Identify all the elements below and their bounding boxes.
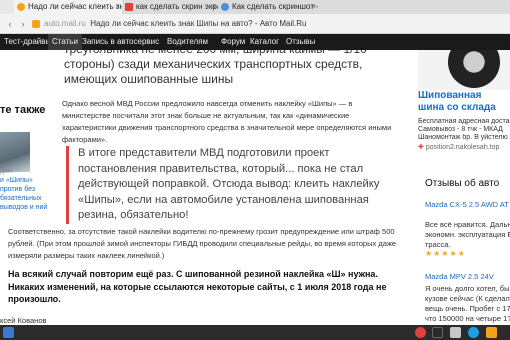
- article-bold-paragraph: На всякий случай повторим ещё раз. С шип…: [8, 269, 387, 304]
- reviews-title: Отзывы об авто: [425, 178, 500, 189]
- app-icon[interactable]: [450, 327, 461, 338]
- article-paragraph-1: Однако весной МВД России предложило навс…: [62, 99, 392, 144]
- review-car-1[interactable]: Mazda CX-5 2.5 AWD AT: [425, 200, 510, 209]
- review-rating-1: ★★★★★: [425, 249, 466, 258]
- see-also-title: те также: [0, 104, 46, 116]
- ad-marker-icon: ✚: [418, 144, 424, 151]
- review-text-1b: экономн. эксплуатация Быстро: [425, 230, 510, 239]
- close-tab-icon[interactable]: ×: [115, 0, 120, 14]
- yandex-tab-icon: [125, 3, 133, 11]
- review-text-1: Все всё нравится. Дальнобой поездил по в…: [425, 220, 510, 229]
- see-also-image[interactable]: [0, 132, 30, 172]
- review-text-2: Я очень долго хотел, бывал на кузове сей…: [425, 284, 510, 293]
- nav-drivers[interactable]: Водителям: [167, 34, 208, 50]
- back-icon[interactable]: ‹: [4, 17, 16, 31]
- window-icon[interactable]: [432, 327, 443, 338]
- tab-2[interactable]: как сделать скрин экрана ×: [122, 0, 218, 14]
- close-tab-icon[interactable]: ×: [311, 0, 316, 14]
- yandex-browser-icon[interactable]: [415, 327, 426, 338]
- article-author: ксей Кованов: [0, 316, 47, 325]
- url-field[interactable]: auto.mail.ru Надо ли сейчас клеить знак …: [32, 16, 477, 32]
- article-quote: В итоге представители МВД подготовили пр…: [66, 146, 398, 224]
- see-also-date: ден: [0, 168, 12, 175]
- ad-link[interactable]: ✚ position2.nakolesah.top: [418, 143, 499, 151]
- review-text-2b: кузове сейчас (К сделал все,: [425, 294, 510, 303]
- article-paragraph-2: Соответственно, за отсутствие такой накл…: [8, 227, 397, 260]
- nav-reviews[interactable]: Отзывы: [286, 34, 315, 50]
- mailru-tab-icon: [17, 3, 25, 11]
- nav-catalog[interactable]: Каталог: [250, 34, 279, 50]
- see-also-link[interactable]: и «Шипы» против без бязательных выводов …: [0, 176, 56, 212]
- tab-3[interactable]: Как сделать скриншот - ОС ×: [218, 0, 318, 14]
- site-tab-icon: [221, 3, 229, 11]
- ad-title[interactable]: Шипованная шина со склада: [418, 90, 510, 114]
- review-car-2[interactable]: Mazda MPV 2.5 24V: [425, 272, 494, 281]
- start-icon[interactable]: [3, 327, 14, 338]
- close-tab-icon[interactable]: ×: [211, 0, 216, 14]
- nav-service-booking[interactable]: Запись в автосервис: [82, 34, 159, 50]
- tab-active[interactable]: Надо ли сейчас клеить знак Шипы на авто?…: [14, 0, 122, 14]
- nav-articles[interactable]: Статьи: [48, 34, 82, 50]
- site-favicon-icon: [32, 19, 40, 28]
- review-text-2d: что 150000 на четыре 1?: [425, 314, 510, 323]
- nav-forum[interactable]: Форум: [221, 34, 245, 50]
- app-icon-2[interactable]: [468, 327, 479, 338]
- forward-icon[interactable]: ›: [17, 17, 29, 31]
- tab-prev[interactable]: [0, 0, 14, 14]
- app-icon-3[interactable]: [486, 327, 497, 338]
- ad-line-3: Шаномонтаж бр. В уйстелю ком: [418, 134, 510, 141]
- nav-test-drives[interactable]: Тест-драйвы: [4, 34, 51, 50]
- review-text-2c: вещь очень. Пробег с 1700 км: [425, 304, 510, 313]
